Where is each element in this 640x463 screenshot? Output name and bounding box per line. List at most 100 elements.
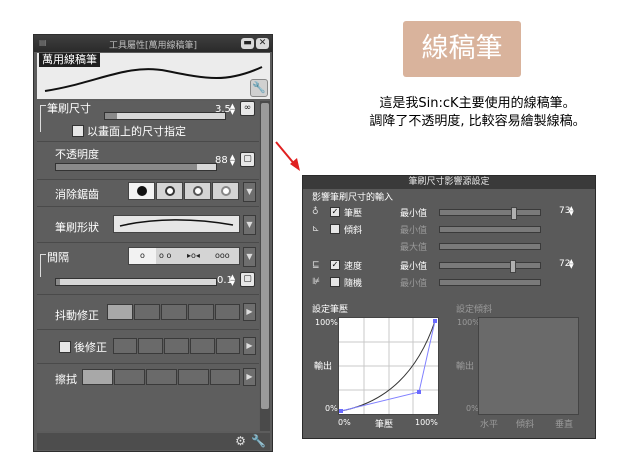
- speed-spin[interactable]: ▲ ▼: [569, 259, 574, 270]
- pressure-graph-title: 設定筆壓: [312, 305, 349, 315]
- brush-shape-selector[interactable]: [113, 215, 240, 233]
- pressure-checkbox[interactable]: ✓: [330, 207, 340, 217]
- pressure-icon: ♁: [312, 207, 319, 217]
- spacing-label: 間隔: [47, 251, 69, 264]
- post-correction-segments[interactable]: [113, 338, 240, 354]
- antialias-none-option[interactable]: [128, 182, 155, 200]
- tilt-graph-title: 設定傾斜: [456, 305, 493, 315]
- speed-icon: ⊑: [312, 260, 320, 270]
- pressure-graph-y-top: 100%: [315, 318, 338, 327]
- spacing-narrow-option[interactable]: o: [129, 248, 156, 264]
- tilt-graph-y-top: 100%: [457, 318, 480, 327]
- opacity-slider[interactable]: [55, 163, 217, 171]
- pressure-graph-y-mid: 輸出: [314, 362, 333, 372]
- wrench-icon[interactable]: 🔧: [251, 434, 266, 449]
- speed-checkbox[interactable]: ✓: [330, 260, 340, 270]
- antialias-options: [128, 182, 240, 200]
- opacity-value[interactable]: 88: [215, 155, 228, 166]
- close-icon[interactable]: ✕: [256, 38, 269, 49]
- post-correction-label: 後修正: [74, 341, 107, 354]
- dialog-title: 筆刷尺寸影響源設定: [303, 176, 595, 189]
- tilt-max-slider[interactable]: [439, 243, 541, 250]
- stabilization-label: 抖動修正: [55, 309, 99, 322]
- opacity-spin[interactable]: ▲ ▼: [229, 154, 236, 167]
- brush-preview: 萬用線稿筆 🔧: [37, 53, 270, 99]
- spacing-wide-option[interactable]: ▸o◂: [187, 248, 200, 264]
- section-title: 影響筆刷尺寸的輸入: [312, 193, 394, 203]
- spacing-normal-option[interactable]: o o: [159, 248, 171, 264]
- spacing-dropdown-icon[interactable]: ▼: [243, 247, 256, 267]
- random-label: 隨機: [344, 279, 363, 289]
- random-icon: ⊯: [312, 277, 320, 287]
- canvas-size-label: 以畫面上的尺寸指定: [87, 125, 186, 138]
- smudge-arrow-icon[interactable]: ▶: [243, 368, 256, 386]
- pressure-graph-x-mid: 筆壓: [375, 420, 394, 430]
- brush-shape-label: 筆刷形狀: [55, 221, 99, 234]
- random-min-label: 最小值: [400, 279, 428, 289]
- antialias-medium-option[interactable]: [184, 182, 211, 200]
- spacing-spin[interactable]: ▲ ▼: [229, 274, 236, 287]
- opacity-label: 不透明度: [55, 148, 99, 161]
- antialias-strong-option[interactable]: [212, 182, 239, 200]
- random-checkbox[interactable]: [330, 277, 340, 287]
- tilt-graph-x-left: 水平: [480, 420, 499, 430]
- spacing-options[interactable]: o o o ▸o◂ ooo: [128, 247, 240, 265]
- tilt-min-label: 最小值: [400, 226, 428, 236]
- brush-shape-stroke-icon: [119, 219, 234, 227]
- spacing-fixed-option[interactable]: ooo: [215, 248, 230, 264]
- panel-title: 工具屬性[萬用線稿筆]: [108, 41, 198, 51]
- speed-min-label: 最小值: [400, 262, 428, 272]
- tilt-graph-y-bottom: 0%: [466, 404, 479, 413]
- brush-size-spin[interactable]: ▲ ▼: [229, 103, 236, 116]
- stabilization-segments[interactable]: [107, 304, 240, 320]
- influence-source-icon[interactable]: ∞: [240, 101, 255, 116]
- pressure-spin[interactable]: ▲ ▼: [569, 206, 574, 217]
- title-badge: 線稿筆: [403, 21, 521, 77]
- pressure-curve-graph[interactable]: [338, 317, 439, 415]
- post-correction-checkbox[interactable]: [59, 341, 71, 353]
- brush-shape-dropdown-icon[interactable]: ▼: [243, 215, 256, 235]
- stabilization-arrow-icon[interactable]: ▶: [243, 303, 256, 321]
- spacing-slider[interactable]: [55, 278, 217, 286]
- tilt-graph-x-mid: 傾斜: [516, 420, 535, 430]
- tilt-icon: ⊾: [312, 224, 320, 234]
- description-text: 這是我Sin:cK主要使用的線稿筆。 調降了不透明度, 比較容易繪製線稿。: [330, 95, 625, 131]
- tilt-graph-x-right: 垂直: [555, 420, 574, 430]
- scrollbar-thumb[interactable]: [261, 103, 269, 409]
- description-line-1: 這是我Sin:cK主要使用的線稿筆。: [379, 96, 576, 111]
- pressure-min-label: 最小值: [400, 209, 428, 219]
- minimize-icon[interactable]: ▬: [241, 38, 254, 49]
- antialias-weak-option[interactable]: [156, 182, 183, 200]
- wrench-icon[interactable]: 🔧: [250, 79, 268, 97]
- speed-label: 速度: [344, 262, 363, 272]
- group-bracket-icon: [40, 254, 46, 277]
- smudge-segments[interactable]: [82, 369, 240, 385]
- antialias-label: 消除鋸齒: [55, 188, 99, 201]
- spacing-source-icon[interactable]: ▢: [240, 272, 255, 287]
- settings-icon[interactable]: ⚙: [233, 434, 248, 449]
- panel-bottom-bar: ⚙ 🔧: [37, 433, 270, 450]
- random-min-slider[interactable]: [439, 279, 541, 286]
- tool-property-panel: ▤ 工具屬性[萬用線稿筆] ▬ ✕ 萬用線稿筆 🔧 筆刷尺寸 3.5 ▲ ▼ ∞ …: [33, 34, 273, 452]
- pressure-graph-x-right: 100%: [415, 418, 438, 427]
- canvas-size-checkbox[interactable]: [72, 125, 84, 137]
- tilt-checkbox[interactable]: [330, 224, 340, 234]
- panel-scrollbar[interactable]: [260, 101, 270, 431]
- tilt-min-slider[interactable]: [439, 226, 541, 233]
- brush-size-label: 筆刷尺寸: [47, 102, 91, 115]
- opacity-source-icon[interactable]: ▢: [240, 152, 255, 167]
- tilt-graph-y-mid: 輸出: [456, 362, 475, 372]
- tilt-label: 傾斜: [344, 226, 363, 236]
- tilt-curve-graph[interactable]: [478, 317, 579, 415]
- pressure-min-slider[interactable]: [439, 207, 541, 220]
- speed-min-slider[interactable]: [439, 260, 541, 273]
- post-correction-arrow-icon[interactable]: ▶: [243, 337, 256, 355]
- influence-settings-dialog: 筆刷尺寸影響源設定 影響筆刷尺寸的輸入 ♁ ✓ 筆壓 最小值 73 ▲ ▼ ⊾ 傾…: [302, 175, 596, 439]
- tilt-max-label: 最大值: [400, 243, 428, 253]
- antialias-dropdown-icon[interactable]: ▼: [243, 182, 256, 202]
- description-line-2: 調降了不透明度, 比較容易繪製線稿。: [369, 114, 586, 129]
- panel-titlebar[interactable]: ▤ 工具屬性[萬用線稿筆] ▬ ✕: [34, 35, 272, 52]
- pressure-label: 筆壓: [344, 209, 363, 219]
- panel-content: 筆刷尺寸 3.5 ▲ ▼ ∞ 以畫面上的尺寸指定 不透明度 88 ▲ ▼ ▢ 消除鋸…: [37, 101, 259, 431]
- brush-size-slider[interactable]: [104, 112, 226, 120]
